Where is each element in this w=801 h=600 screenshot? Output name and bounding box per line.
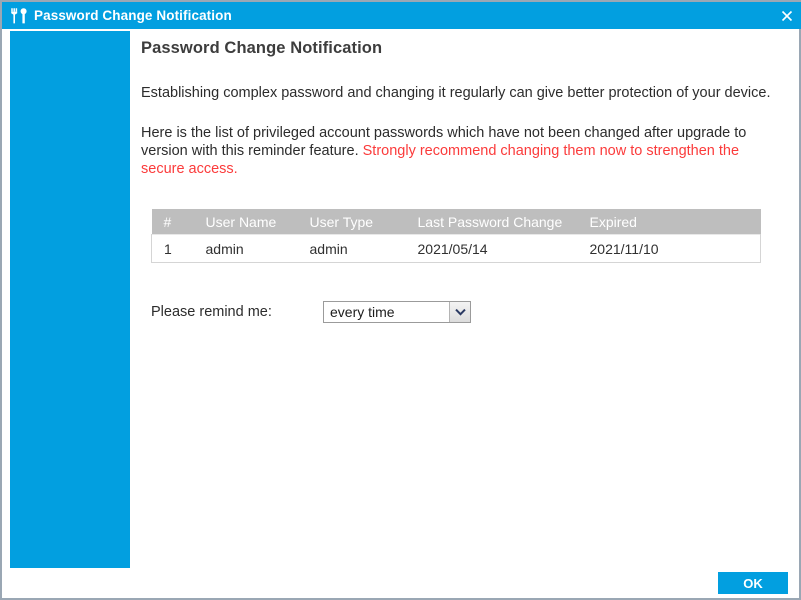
tools-icon: [9, 7, 29, 25]
table-row[interactable]: 1 admin admin 2021/05/14 2021/11/10: [152, 235, 761, 263]
column-header-number: #: [152, 209, 206, 235]
list-description-paragraph: Here is the list of privileged account p…: [141, 124, 783, 178]
chevron-down-icon[interactable]: [449, 302, 470, 322]
ok-button[interactable]: OK: [718, 572, 788, 594]
close-icon[interactable]: [776, 6, 798, 26]
cell-user-name: admin: [206, 235, 310, 263]
side-panel: [10, 31, 130, 568]
content-area: Password Change Notification Establishin…: [141, 31, 791, 323]
cell-number: 1: [152, 235, 206, 263]
column-header-user-type: User Type: [310, 209, 418, 235]
cell-user-type: admin: [310, 235, 418, 263]
remind-selected-value: every time: [324, 304, 449, 320]
column-header-expired: Expired: [590, 209, 761, 235]
accounts-table-body: 1 admin admin 2021/05/14 2021/11/10: [152, 235, 761, 263]
cell-expired: 2021/11/10: [590, 235, 761, 263]
column-header-user-name: User Name: [206, 209, 310, 235]
accounts-table: # User Name User Type Last Password Chan…: [151, 209, 761, 263]
table-header-row: # User Name User Type Last Password Chan…: [152, 209, 761, 235]
cell-last-password-change: 2021/05/14: [418, 235, 590, 263]
accounts-table-head: # User Name User Type Last Password Chan…: [152, 209, 761, 235]
dialog-window: Password Change Notification Password Ch…: [0, 0, 801, 600]
page-title: Password Change Notification: [141, 31, 791, 58]
accounts-table-wrapper: # User Name User Type Last Password Chan…: [151, 209, 748, 263]
remind-select[interactable]: every time: [323, 301, 471, 323]
remind-label: Please remind me:: [151, 304, 323, 320]
column-header-last-password-change: Last Password Change: [418, 209, 590, 235]
intro-paragraph: Establishing complex password and changi…: [141, 84, 783, 102]
window-title: Password Change Notification: [34, 8, 776, 23]
remind-row: Please remind me: every time: [151, 301, 791, 323]
title-bar: Password Change Notification: [2, 0, 801, 29]
